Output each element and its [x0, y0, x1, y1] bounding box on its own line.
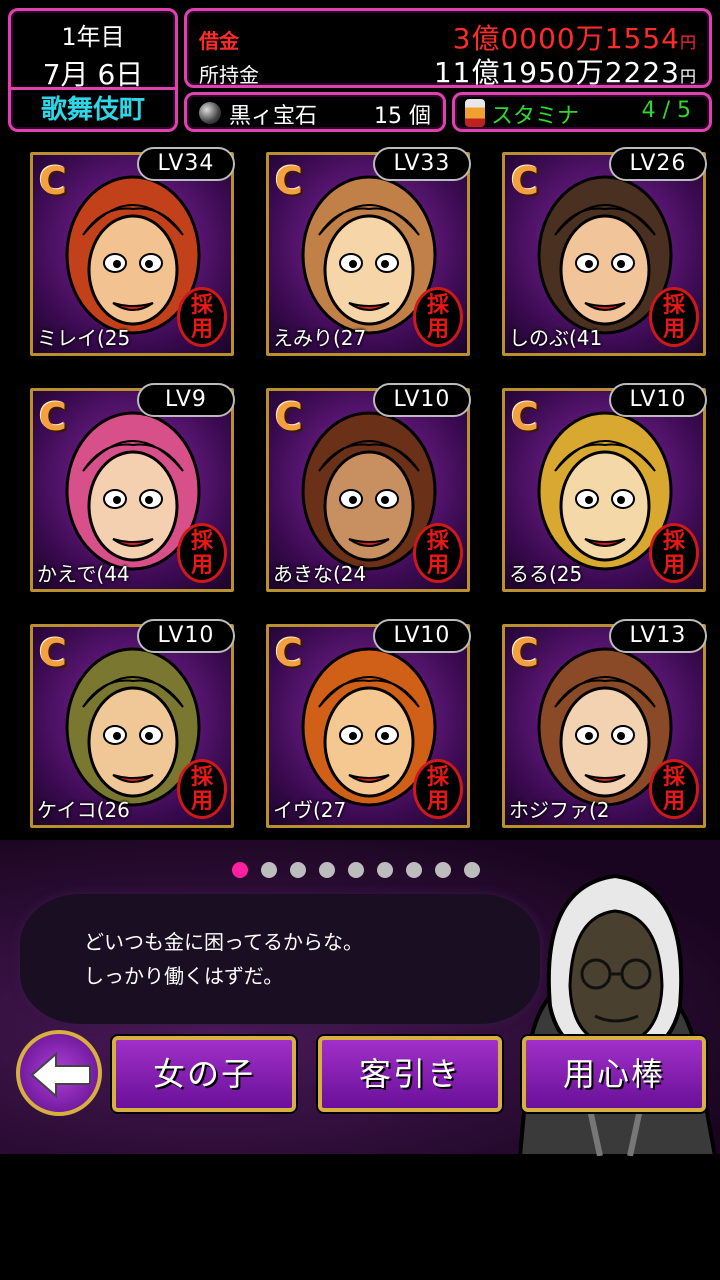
level-badge: LV10: [373, 619, 471, 653]
bodyguard-button[interactable]: 用心棒: [522, 1036, 706, 1112]
rank-badge: C: [511, 159, 539, 203]
girl-name: あきな(24: [273, 562, 367, 586]
page-dot[interactable]: [348, 862, 364, 878]
girl-name: ホジファ(2: [509, 798, 610, 822]
level-badge: LV13: [609, 619, 707, 653]
cash-label: 所持金: [199, 63, 259, 87]
back-arrow-icon: [30, 1052, 91, 1098]
hired-stamp: 採用: [413, 523, 463, 583]
girl-name: しのぶ(41: [509, 326, 603, 350]
level-badge: LV10: [137, 619, 235, 653]
stamina-potion-icon: [465, 99, 485, 127]
girl-card[interactable]: C LV9 かえで(44 採用: [30, 383, 235, 592]
page-dot[interactable]: [232, 862, 248, 878]
tout-button[interactable]: 客引き: [318, 1036, 502, 1112]
hired-stamp: 採用: [649, 523, 699, 583]
stamina-value: 4 / 5: [641, 98, 691, 123]
girl-name: るる(25: [509, 562, 583, 586]
page-dot[interactable]: [261, 862, 277, 878]
hired-stamp: 採用: [413, 287, 463, 347]
hired-stamp: 採用: [177, 287, 227, 347]
date-panel: 1年目 7月 6日 歌舞伎町: [8, 8, 178, 132]
hired-stamp: 採用: [649, 759, 699, 819]
girl-card[interactable]: C LV33 えみり(27 採用: [266, 147, 471, 356]
cash-row: 所持金 11億1950万2223円: [199, 51, 697, 89]
year-label: 1年目: [61, 23, 125, 51]
girl-card[interactable]: C LV26 しのぶ(41 採用: [502, 147, 707, 356]
page-dot[interactable]: [290, 862, 306, 878]
rank-badge: C: [275, 395, 303, 439]
girl-card[interactable]: C LV13 ホジファ(2 採用: [502, 619, 707, 828]
girls-button[interactable]: 女の子: [112, 1036, 296, 1112]
level-badge: LV10: [609, 383, 707, 417]
page-dot[interactable]: [377, 862, 393, 878]
hired-stamp: 採用: [177, 523, 227, 583]
girl-card[interactable]: C LV10 イヴ(27 採用: [266, 619, 471, 828]
money-panel: 借金 3億0000万1554円 所持金 11億1950万2223円: [184, 8, 712, 89]
cash-value: 11億1950万2223円: [433, 56, 697, 89]
girl-card[interactable]: C LV10 あきな(24 採用: [266, 383, 471, 592]
rank-badge: C: [39, 159, 67, 203]
girl-card[interactable]: C LV10 るる(25 採用: [502, 383, 707, 592]
girl-name: イヴ(27: [273, 798, 347, 822]
stamina-panel: スタミナ 4 / 5: [452, 92, 712, 132]
girl-card[interactable]: C LV10 ケイコ(26 採用: [30, 619, 235, 828]
rank-badge: C: [39, 631, 67, 675]
girl-card[interactable]: C LV34 ミレイ(25 採用: [30, 147, 235, 356]
girl-name: かえで(44: [37, 562, 130, 586]
girl-name: えみり(27: [273, 326, 367, 350]
rank-badge: C: [511, 631, 539, 675]
debt-row: 借金 3億0000万1554円: [199, 17, 697, 55]
level-badge: LV33: [373, 147, 471, 181]
dialogue-line-2: しっかり働くはずだ。: [84, 964, 284, 988]
hired-stamp: 採用: [413, 759, 463, 819]
page-dot[interactable]: [319, 862, 335, 878]
girl-name: ミレイ(25: [37, 326, 131, 350]
hired-stamp: 採用: [649, 287, 699, 347]
page-dot[interactable]: [406, 862, 422, 878]
rank-badge: C: [275, 631, 303, 675]
page-dot[interactable]: [464, 862, 480, 878]
page-dot[interactable]: [435, 862, 451, 878]
level-badge: LV10: [373, 383, 471, 417]
gem-panel: 黒ィ宝石 15 個: [184, 92, 446, 132]
rank-badge: C: [39, 395, 67, 439]
dialogue-line-1: どいつも金に困ってるからな。: [84, 930, 363, 954]
gem-count: 15 個: [374, 104, 431, 129]
level-badge: LV9: [137, 383, 235, 417]
black-gem-icon: [199, 102, 221, 124]
rank-badge: C: [511, 395, 539, 439]
level-badge: LV26: [609, 147, 707, 181]
debt-label: 借金: [199, 29, 239, 53]
page-indicator: [232, 862, 493, 880]
level-badge: LV34: [137, 147, 235, 181]
girl-name: ケイコ(26: [37, 798, 130, 822]
speech-bubble: どいつも金に困ってるからな。 しっかり働くはずだ。: [20, 894, 540, 1024]
hired-stamp: 採用: [177, 759, 227, 819]
gem-label: 黒ィ宝石: [229, 104, 318, 129]
town-label: 歌舞伎町: [11, 87, 175, 129]
back-button[interactable]: [16, 1030, 102, 1116]
stamina-label: スタミナ: [491, 104, 580, 129]
rank-badge: C: [275, 159, 303, 203]
